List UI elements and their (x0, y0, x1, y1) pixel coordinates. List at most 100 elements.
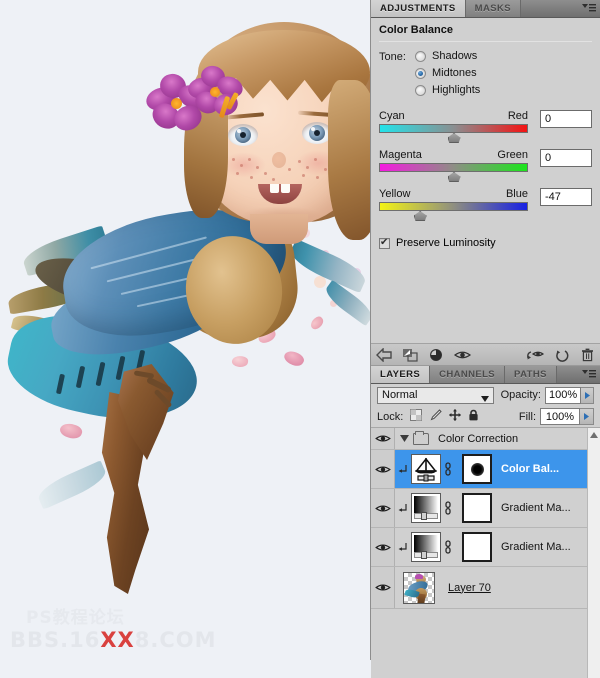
artwork-image: PS教程论坛 BBS.16XX8.COM (0, 0, 370, 660)
lock-transparent-pixels-icon[interactable] (410, 409, 423, 424)
opacity-stepper[interactable] (581, 386, 594, 404)
tone-option-midtones[interactable]: Midtones (415, 67, 480, 79)
chevron-down-icon (480, 393, 489, 405)
slider-magenta-green-track[interactable] (379, 163, 528, 182)
girl-freckle (306, 166, 309, 169)
layer-name[interactable]: Gradient Ma... (501, 541, 571, 553)
layer-visibility-toggle[interactable] (371, 489, 395, 527)
lock-buttons (410, 409, 479, 424)
layer-name[interactable]: Layer 70 (448, 582, 491, 594)
panel-menu-icon[interactable] (578, 366, 600, 383)
watermark-prefix: BBS.16 (10, 628, 101, 652)
trash-icon[interactable] (574, 344, 600, 366)
layer-mask-thumbnail[interactable] (462, 454, 492, 484)
back-arrow-icon[interactable] (371, 344, 397, 366)
layers-panel: Normal Opacity: 100% Lock: Fill: 100% Co… (371, 384, 600, 678)
lock-image-pixels-icon[interactable] (429, 409, 443, 424)
chevron-right-icon (584, 391, 590, 399)
layer-visibility-toggle[interactable] (371, 567, 395, 608)
layer-visibility-toggle[interactable] (371, 450, 395, 488)
layer-mask-thumbnail[interactable] (462, 532, 492, 562)
slider-yellow-blue-thumb[interactable] (413, 211, 427, 221)
girl-freckle (324, 168, 327, 171)
preview-toggle-glyph (527, 350, 544, 359)
girl-neck (250, 214, 308, 244)
clipping-indicator-icon (395, 542, 411, 553)
fill-stepper[interactable] (580, 408, 594, 425)
tab-adjustments[interactable]: ADJUSTMENTS (371, 0, 466, 17)
clip-to-layer-icon[interactable] (397, 344, 423, 366)
opacity-input[interactable]: 100% (544, 386, 582, 404)
tab-channels[interactable]: CHANNELS (430, 366, 506, 383)
blend-mode-select[interactable]: Normal (377, 386, 494, 405)
layer-name[interactable]: Color Correction (438, 433, 518, 445)
layers-scrollbar[interactable] (587, 428, 600, 678)
girl-freckle (236, 172, 239, 175)
back-arrow-glyph (376, 347, 392, 362)
layer-visibility-toggle[interactable] (371, 428, 395, 449)
radio-shadows-icon[interactable] (415, 50, 426, 62)
preserve-luminosity-row[interactable]: Preserve Luminosity (371, 237, 600, 249)
girl-freckle (232, 158, 235, 161)
mask-link-icon[interactable] (441, 540, 455, 554)
mask-link-icon[interactable] (441, 501, 455, 515)
layer-thumbnail[interactable] (403, 571, 435, 604)
slider-magenta-green-right-label: Green (497, 149, 528, 161)
panel-menu-icon[interactable] (578, 0, 600, 17)
fill-input[interactable]: 100% (540, 408, 580, 425)
table-row[interactable]: Gradient Ma... (371, 489, 600, 528)
eye-icon[interactable] (449, 344, 475, 366)
radio-midtones-icon[interactable] (415, 67, 426, 79)
layer-list[interactable]: Color Correction Color Bal... Gradient M… (371, 428, 600, 678)
mask-link-icon[interactable] (441, 462, 455, 476)
group-expand-toggle[interactable] (395, 435, 413, 442)
layer-mask-thumbnail[interactable] (462, 493, 492, 523)
slider-cyan-red-track[interactable] (379, 124, 528, 143)
reset-icon[interactable] (548, 344, 574, 366)
layers-lock-row: Lock: Fill: 100% (371, 406, 600, 428)
layers-blend-row: Normal Opacity: 100% (371, 384, 600, 406)
clipped-arrow-glyph (398, 464, 407, 473)
link-chain-glyph (445, 501, 451, 515)
tone-option-highlights-label: Highlights (432, 84, 481, 96)
table-row[interactable]: Color Correction (371, 428, 600, 450)
preserve-luminosity-checkbox[interactable] (379, 237, 390, 249)
slider-cyan-red-thumb[interactable] (447, 133, 461, 143)
slider-magenta-green-thumb[interactable] (447, 172, 461, 182)
table-row[interactable]: Layer 70 (371, 567, 600, 609)
scroll-up-arrow-icon[interactable] (588, 428, 600, 441)
layer-name[interactable]: Gradient Ma... (501, 502, 571, 514)
slider-yellow-blue-track[interactable] (379, 202, 528, 221)
lock-position-icon[interactable] (449, 409, 462, 424)
clipped-arrow-glyph (398, 542, 407, 551)
tone-option-highlights[interactable]: Highlights (415, 84, 480, 96)
layer-thumbnail[interactable] (411, 454, 441, 484)
girl-eye-highlight (311, 127, 315, 131)
slider-yellow-blue-value[interactable]: -47 (540, 188, 592, 206)
girl-eye-highlight (237, 129, 241, 133)
layer-name[interactable]: Color Bal... (501, 463, 559, 475)
lock-all-icon[interactable] (468, 409, 479, 424)
girl-freckle (316, 176, 319, 179)
layer-thumbnail[interactable] (411, 532, 441, 562)
radio-highlights-icon[interactable] (415, 84, 426, 96)
table-row[interactable]: Gradient Ma... (371, 528, 600, 567)
girl-freckle (264, 172, 267, 175)
tone-option-shadows[interactable]: Shadows (415, 50, 480, 62)
slider-magenta-green-value[interactable]: 0 (540, 149, 592, 167)
photoshop-window: PS教程论坛 BBS.16XX8.COM ADJUSTMENTS MASKS C… (0, 0, 600, 678)
tab-bar-filler (520, 0, 578, 17)
contrast-half-circle-icon[interactable] (423, 344, 449, 366)
tab-paths[interactable]: PATHS (505, 366, 557, 383)
girl-freckle (250, 176, 253, 179)
tab-layers[interactable]: LAYERS (371, 366, 431, 383)
slider-cyan-red-value[interactable]: 0 (540, 110, 592, 128)
photoshop-canvas[interactable]: PS教程论坛 BBS.16XX8.COM (0, 0, 370, 660)
eye-icon (374, 465, 391, 473)
layer-visibility-toggle[interactable] (371, 528, 395, 566)
preview-toggle-icon[interactable] (522, 344, 548, 366)
tab-masks[interactable]: MASKS (465, 0, 521, 17)
table-row[interactable]: Color Bal... (371, 450, 600, 489)
layer-thumbnail[interactable] (411, 493, 441, 523)
flower-center (171, 98, 182, 109)
